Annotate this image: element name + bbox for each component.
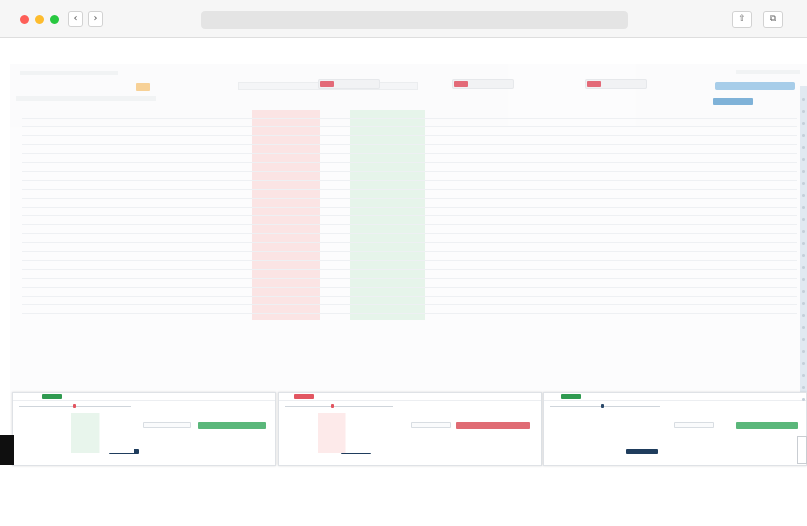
side-tool-icon[interactable] [802,266,805,269]
price-slider[interactable] [550,406,660,407]
panel-header [13,393,275,401]
order-tag-1 [320,81,334,87]
table-row[interactable] [22,128,797,137]
table-row[interactable] [22,217,797,226]
side-tool-icon[interactable] [802,362,805,365]
panel-status-badge [42,394,62,399]
panel-header [279,393,541,401]
side-tool-icon[interactable] [802,290,805,293]
buy-button[interactable] [736,422,798,429]
table-row[interactable] [22,297,797,306]
table-row[interactable] [22,110,797,119]
table-row[interactable] [22,119,797,128]
side-tool-icon[interactable] [802,314,805,317]
side-tool-icon[interactable] [802,98,805,101]
order-panel-left [12,392,276,466]
share-icon: ⇧ [738,14,746,24]
table-row[interactable] [22,306,797,315]
side-tool-icon[interactable] [802,242,805,245]
secondary-button[interactable] [143,422,191,428]
close-window-button[interactable] [20,15,29,24]
table-row[interactable] [22,163,797,172]
zoom-window-button[interactable] [50,15,59,24]
table-row[interactable] [22,252,797,261]
side-tool-icon[interactable] [802,302,805,305]
browser-toolbar: ‹ › ⇧ ⧉ [0,0,807,38]
table-row[interactable] [22,244,797,253]
address-bar[interactable] [201,11,628,29]
table-row[interactable] [22,235,797,244]
table-row[interactable] [22,181,797,190]
browser-window: ‹ › ⇧ ⧉ [0,0,807,526]
table-row[interactable] [22,279,797,288]
table-row[interactable] [22,208,797,217]
share-button[interactable]: ⇧ [732,11,752,28]
price-slider[interactable] [285,406,393,407]
table-row[interactable] [22,137,797,146]
table-row[interactable] [22,226,797,235]
tab-strip[interactable] [16,96,156,101]
submit-button[interactable] [626,449,658,454]
secondary-button[interactable] [411,422,451,428]
panel-status-badge [294,394,314,399]
table-row[interactable] [22,146,797,155]
table-row[interactable] [22,261,797,270]
order-tag-2 [454,81,468,87]
side-tool-icon[interactable] [802,338,805,341]
side-tool-icon[interactable] [802,122,805,125]
forward-button[interactable]: › [88,11,103,27]
table-row[interactable] [22,190,797,199]
buy-button[interactable] [198,422,266,429]
tabs-icon: ⧉ [769,14,777,24]
side-tool-icon[interactable] [802,206,805,209]
order-panel-right [543,392,807,466]
order-book-middle [285,413,395,453]
order-tag-3 [587,81,601,87]
main-action-button[interactable] [715,82,795,90]
panel-status-badge [561,394,581,399]
side-tool-icon[interactable] [802,398,805,401]
side-tool-icon[interactable] [802,350,805,353]
side-tool-icon[interactable] [802,326,805,329]
app-top-icons [736,70,800,74]
side-tool-icon[interactable] [802,218,805,221]
back-button[interactable]: ‹ [68,11,83,27]
table-row[interactable] [22,199,797,208]
minimize-window-button[interactable] [35,15,44,24]
slider-knob[interactable] [331,404,334,408]
side-tool-icon[interactable] [802,170,805,173]
side-tool-icon[interactable] [802,146,805,149]
slider-knob[interactable] [601,404,604,408]
table-row[interactable] [22,288,797,297]
order-book-left [19,413,134,453]
chevron-left-icon: ‹ [73,13,78,24]
tabs-overview-button[interactable]: ⧉ [763,11,783,28]
side-widget [797,436,807,464]
table-row[interactable] [22,270,797,279]
chevron-right-icon: › [93,13,98,24]
table-row[interactable] [22,155,797,164]
side-tool-icon[interactable] [802,110,805,113]
side-tool-icon[interactable] [802,386,805,389]
side-tool-icon[interactable] [802,194,805,197]
side-tool-icon[interactable] [802,254,805,257]
secondary-button[interactable] [674,422,714,428]
watchlist-header-button[interactable] [713,98,753,105]
side-tool-icon[interactable] [802,158,805,161]
app-breadcrumb [20,71,118,75]
side-tool-icon[interactable] [802,182,805,185]
orange-chart-icon[interactable] [136,83,150,91]
side-tool-icon[interactable] [802,278,805,281]
side-tool-icon[interactable] [802,374,805,377]
table-row[interactable] [22,172,797,181]
side-tool-icon[interactable] [802,134,805,137]
sell-button[interactable] [456,422,530,429]
panel-header [544,393,806,401]
side-tool-icon[interactable] [802,230,805,233]
dock-edge [0,435,14,465]
order-panel-middle [278,392,542,466]
slider-knob[interactable] [73,404,76,408]
